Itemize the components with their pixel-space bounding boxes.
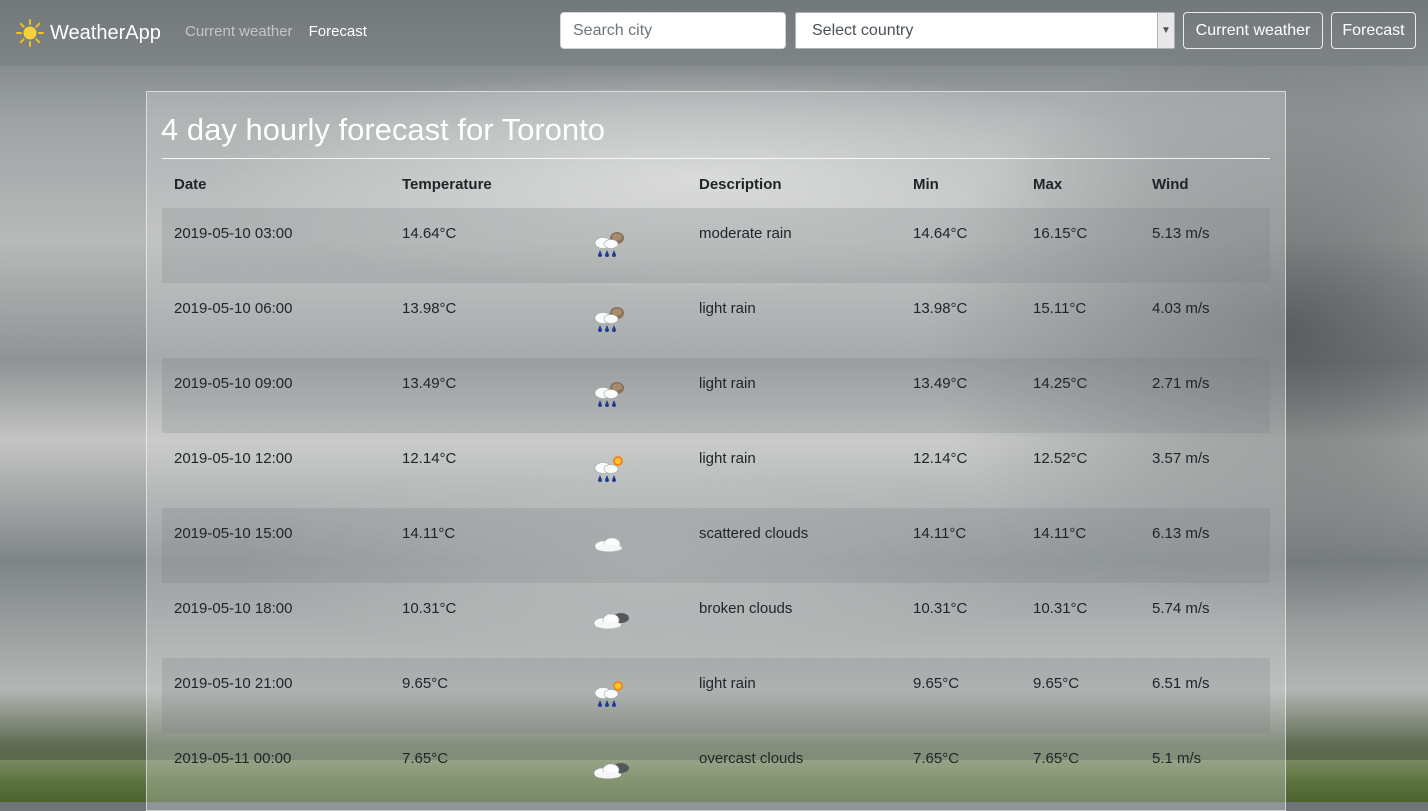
brand[interactable]: WeatherApp bbox=[16, 17, 161, 49]
nav-links: Current weather Forecast bbox=[185, 23, 367, 40]
cell-min: 14.11°C bbox=[913, 525, 967, 542]
cell-date: 2019-05-10 03:00 bbox=[174, 225, 293, 242]
page-title: 4 day hourly forecast for Toronto bbox=[161, 112, 606, 147]
cell-wind: 4.03 m/s bbox=[1152, 300, 1210, 317]
cell-date: 2019-05-10 12:00 bbox=[174, 450, 293, 467]
table-row: 2019-05-10 18:00 10.31°C broken clouds 10.3… bbox=[162, 583, 1270, 658]
cell-temperature: 9.65°C bbox=[402, 675, 449, 692]
cell-description: broken clouds bbox=[699, 600, 793, 617]
cloud-icon bbox=[594, 537, 622, 552]
header-max: Max bbox=[1033, 176, 1063, 193]
broken-clouds-icon bbox=[593, 613, 629, 629]
cell-date: 2019-05-10 06:00 bbox=[174, 300, 293, 317]
cell-date: 2019-05-10 15:00 bbox=[174, 525, 293, 542]
cell-date: 2019-05-11 00:00 bbox=[174, 750, 292, 767]
cell-wind: 3.57 m/s bbox=[1152, 450, 1210, 467]
cell-min: 13.49°C bbox=[913, 375, 968, 392]
header-min: Min bbox=[913, 176, 939, 193]
table-row: 2019-05-10 12:00 12.14°C light rain 12.14°C… bbox=[162, 433, 1270, 508]
cell-description: light rain bbox=[699, 375, 756, 392]
header-description: Description bbox=[699, 176, 782, 193]
cell-max: 7.65°C bbox=[1033, 750, 1080, 767]
cell-description: overcast clouds bbox=[699, 750, 804, 767]
cell-description: moderate rain bbox=[699, 225, 792, 242]
cell-temperature: 13.98°C bbox=[402, 300, 457, 317]
cell-max: 16.15°C bbox=[1033, 225, 1088, 242]
divider bbox=[162, 158, 1270, 159]
table-row: 2019-05-10 06:00 13.98°C light rain 13.98°C… bbox=[162, 283, 1270, 358]
cell-min: 7.65°C bbox=[913, 750, 960, 767]
rain-cloudy-icon bbox=[594, 307, 624, 332]
cell-temperature: 14.11°C bbox=[402, 525, 456, 542]
table-row: 2019-05-10 21:00 9.65°C light rain 9.65°C 9.… bbox=[162, 658, 1270, 733]
cell-wind: 6.51 m/s bbox=[1152, 675, 1210, 692]
cell-min: 14.64°C bbox=[913, 225, 968, 242]
country-select-value: Select country bbox=[812, 22, 914, 39]
cell-wind: 5.1 m/s bbox=[1152, 750, 1202, 767]
cell-date: 2019-05-10 18:00 bbox=[174, 600, 293, 617]
table-row: 2019-05-10 03:00 14.64°C moderate rain 14.6… bbox=[162, 208, 1270, 283]
cell-wind: 5.13 m/s bbox=[1152, 225, 1210, 242]
country-select[interactable]: Select country ▼ bbox=[795, 12, 1175, 49]
navbar: WeatherApp Current weather Forecast Sele… bbox=[0, 0, 1428, 66]
cell-max: 12.52°C bbox=[1033, 450, 1088, 467]
rain-sun-icon bbox=[594, 456, 623, 482]
broken-clouds-icon bbox=[593, 763, 629, 779]
search-input[interactable] bbox=[560, 12, 786, 49]
table-row: 2019-05-11 00:00 7.65°C overcast clouds 7.6… bbox=[162, 733, 1270, 808]
header-date: Date bbox=[174, 176, 207, 193]
table-row: 2019-05-10 15:00 14.11°C scattered clouds 1… bbox=[162, 508, 1270, 583]
cell-min: 12.14°C bbox=[913, 450, 968, 467]
cell-date: 2019-05-10 09:00 bbox=[174, 375, 293, 392]
cell-max: 15.11°C bbox=[1033, 300, 1087, 317]
rain-cloudy-icon bbox=[594, 382, 624, 407]
cell-max: 10.31°C bbox=[1033, 600, 1088, 617]
rain-sun-icon bbox=[594, 681, 623, 707]
header-wind: Wind bbox=[1152, 176, 1189, 193]
cell-description: light rain bbox=[699, 300, 756, 317]
nav-link-current-weather[interactable]: Current weather bbox=[185, 23, 293, 40]
cell-wind: 6.13 m/s bbox=[1152, 525, 1210, 542]
sun-logo-icon bbox=[16, 19, 44, 47]
cell-temperature: 13.49°C bbox=[402, 375, 457, 392]
cell-temperature: 12.14°C bbox=[402, 450, 457, 467]
cell-wind: 5.74 m/s bbox=[1152, 600, 1210, 617]
cell-description: scattered clouds bbox=[699, 525, 809, 542]
table-row: 2019-05-10 09:00 13.49°C light rain 13.49°C… bbox=[162, 358, 1270, 433]
cell-description: light rain bbox=[699, 675, 756, 692]
nav-link-forecast[interactable]: Forecast bbox=[309, 23, 367, 40]
cell-max: 14.11°C bbox=[1033, 525, 1087, 542]
forecast-panel: 4 day hourly forecast for Toronto Date T… bbox=[146, 91, 1286, 811]
cell-description: light rain bbox=[699, 450, 756, 467]
cell-max: 9.65°C bbox=[1033, 675, 1080, 692]
cell-wind: 2.71 m/s bbox=[1152, 375, 1210, 392]
forecast-button[interactable]: Forecast bbox=[1331, 12, 1416, 49]
cell-temperature: 10.31°C bbox=[402, 600, 457, 617]
header-temperature: Temperature bbox=[402, 176, 492, 193]
cell-max: 14.25°C bbox=[1033, 375, 1088, 392]
cell-temperature: 14.64°C bbox=[402, 225, 457, 242]
cell-min: 9.65°C bbox=[913, 675, 960, 692]
brand-name: WeatherApp bbox=[50, 21, 161, 44]
cell-min: 10.31°C bbox=[913, 600, 968, 617]
current-weather-button[interactable]: Current weather bbox=[1183, 12, 1323, 49]
cell-date: 2019-05-10 21:00 bbox=[174, 675, 293, 692]
cell-temperature: 7.65°C bbox=[402, 750, 449, 767]
cell-min: 13.98°C bbox=[913, 300, 968, 317]
rain-cloudy-icon bbox=[594, 232, 624, 257]
chevron-down-icon[interactable]: ▼ bbox=[1157, 13, 1174, 48]
